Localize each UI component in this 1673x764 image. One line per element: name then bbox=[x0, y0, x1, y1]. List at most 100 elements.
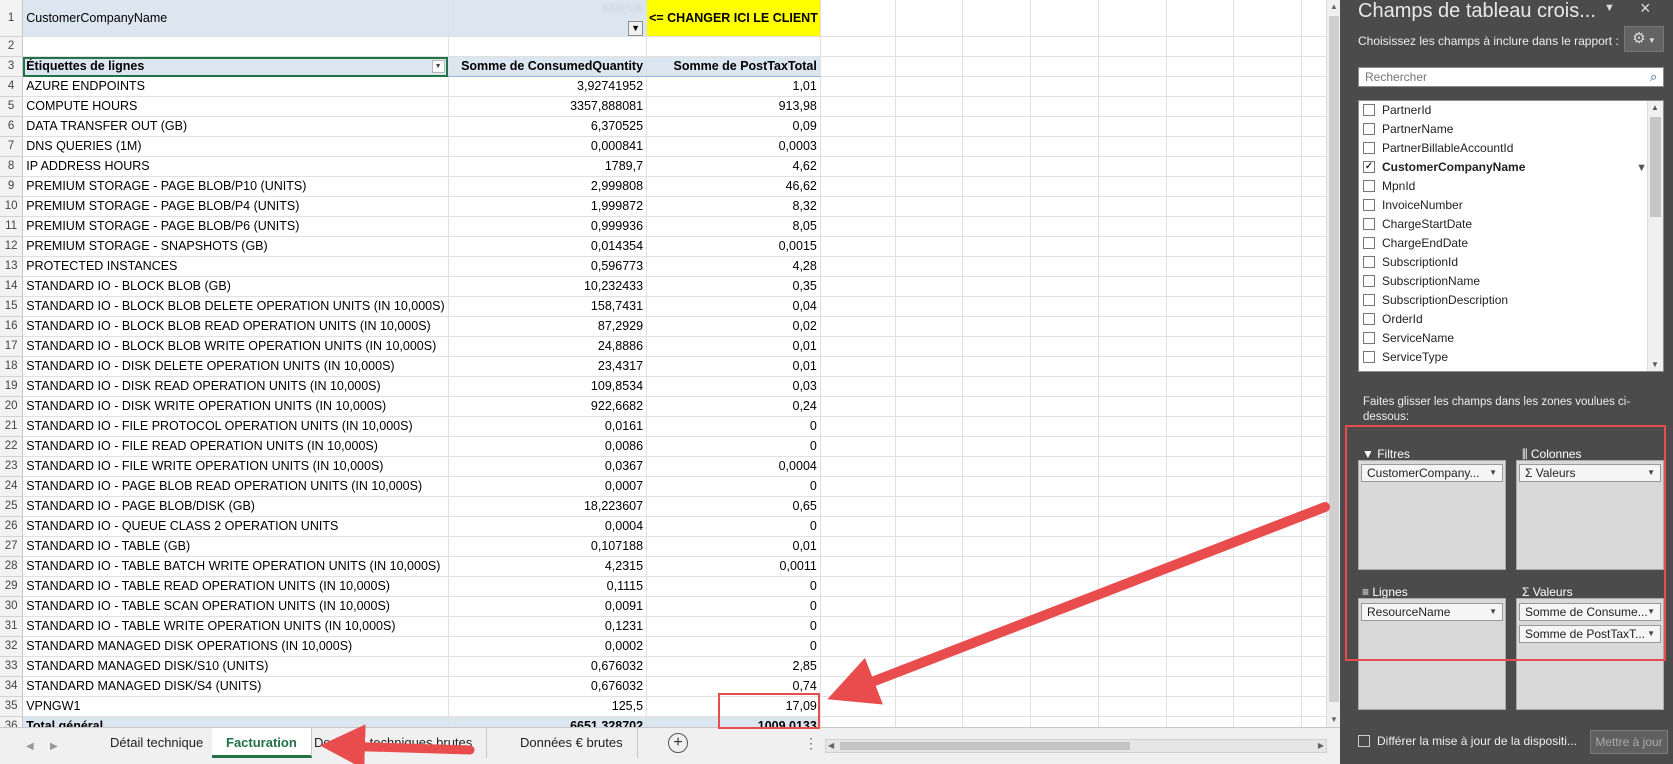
cell[interactable] bbox=[1030, 496, 1099, 517]
cell[interactable] bbox=[895, 276, 964, 297]
row-label-cell[interactable]: STANDARD IO - BLOCK BLOB (GB) bbox=[22, 276, 449, 297]
row-header[interactable]: 29 bbox=[0, 576, 24, 597]
row-label-cell[interactable]: STANDARD IO - PAGE BLOB READ OPERATION U… bbox=[22, 476, 449, 497]
row-header[interactable]: 31 bbox=[0, 616, 24, 637]
qty-cell[interactable]: 1789,7 bbox=[448, 156, 648, 177]
field-checkbox[interactable]: ✓ bbox=[1363, 160, 1375, 173]
cell[interactable] bbox=[646, 36, 821, 57]
cell[interactable] bbox=[1166, 176, 1235, 197]
cell[interactable] bbox=[962, 76, 1032, 97]
cell[interactable] bbox=[1098, 0, 1167, 37]
vertical-scrollbar[interactable]: ▲ ▼ bbox=[1326, 0, 1340, 727]
cell[interactable] bbox=[1098, 656, 1167, 677]
row-label-cell[interactable]: DATA TRANSFER OUT (GB) bbox=[22, 116, 449, 137]
cell[interactable] bbox=[895, 296, 964, 317]
qty-cell[interactable]: 10,232433 bbox=[448, 276, 648, 297]
qty-cell[interactable]: 2,999808 bbox=[448, 176, 648, 197]
cell[interactable] bbox=[1098, 176, 1167, 197]
cell[interactable] bbox=[1166, 196, 1235, 217]
row-label-cell[interactable]: STANDARD IO - QUEUE CLASS 2 OPERATION UN… bbox=[22, 516, 449, 537]
cell[interactable] bbox=[962, 276, 1032, 297]
cell[interactable] bbox=[1233, 0, 1303, 37]
cell[interactable] bbox=[1030, 176, 1099, 197]
cell[interactable] bbox=[1030, 116, 1099, 137]
field-item[interactable]: ChargeEndDate bbox=[1359, 234, 1663, 253]
qty-cell[interactable]: 0,000841 bbox=[448, 136, 648, 157]
cell[interactable] bbox=[1030, 516, 1099, 537]
qty-cell[interactable]: 0,0086 bbox=[448, 436, 648, 457]
cell[interactable] bbox=[1166, 116, 1235, 137]
cell[interactable] bbox=[1098, 456, 1167, 477]
field-checkbox[interactable] bbox=[1363, 331, 1375, 344]
cell[interactable] bbox=[895, 116, 964, 137]
cell[interactable] bbox=[962, 176, 1032, 197]
row-label-cell[interactable]: STANDARD IO - TABLE SCAN OPERATION UNITS… bbox=[22, 596, 449, 617]
cell[interactable] bbox=[962, 236, 1032, 257]
cell[interactable] bbox=[1166, 556, 1235, 577]
cell[interactable] bbox=[820, 456, 896, 477]
row-header[interactable]: 32 bbox=[0, 636, 24, 657]
cell[interactable] bbox=[895, 536, 964, 557]
row-label-cell[interactable]: COMPUTE HOURS bbox=[22, 96, 449, 117]
cell[interactable] bbox=[820, 616, 896, 637]
cell[interactable] bbox=[962, 296, 1032, 317]
gear-button[interactable]: ⚙ ▼ bbox=[1624, 26, 1664, 52]
row-label-cell[interactable]: STANDARD IO - BLOCK BLOB DELETE OPERATIO… bbox=[22, 296, 449, 317]
cell[interactable] bbox=[962, 716, 1032, 727]
qty-cell[interactable]: 0,0002 bbox=[448, 636, 648, 657]
cell[interactable] bbox=[820, 196, 896, 217]
rows-zone[interactable]: ResourceName ▼ bbox=[1358, 598, 1506, 710]
total-cell[interactable]: 0,03 bbox=[646, 376, 821, 397]
cell[interactable] bbox=[962, 556, 1032, 577]
cell[interactable] bbox=[895, 416, 964, 437]
row-header[interactable]: 15 bbox=[0, 296, 24, 317]
cell[interactable] bbox=[1166, 156, 1235, 177]
cell[interactable] bbox=[820, 376, 896, 397]
qty-cell[interactable]: 23,4317 bbox=[448, 356, 648, 377]
cell[interactable] bbox=[1030, 556, 1099, 577]
cell[interactable] bbox=[1030, 716, 1099, 727]
row-header[interactable]: 8 bbox=[0, 156, 24, 177]
cell[interactable] bbox=[895, 96, 964, 117]
row-header[interactable]: 17 bbox=[0, 336, 24, 357]
cell[interactable] bbox=[962, 116, 1032, 137]
qty-cell[interactable]: 1,999872 bbox=[448, 196, 648, 217]
cell[interactable] bbox=[962, 416, 1032, 437]
cell[interactable] bbox=[1166, 396, 1235, 417]
cell[interactable] bbox=[895, 0, 964, 37]
field-list-scrollbar[interactable]: ▲ ▼ bbox=[1647, 101, 1663, 371]
cell[interactable] bbox=[1166, 636, 1235, 657]
row-label-cell[interactable]: PREMIUM STORAGE - PAGE BLOB/P4 (UNITS) bbox=[22, 196, 449, 217]
cell[interactable] bbox=[1233, 496, 1303, 517]
cell[interactable] bbox=[1233, 676, 1303, 697]
cell[interactable] bbox=[895, 216, 964, 237]
cell[interactable] bbox=[820, 396, 896, 417]
total-cell[interactable]: 0 bbox=[646, 516, 821, 537]
cell[interactable] bbox=[1030, 656, 1099, 677]
row-header[interactable]: 36 bbox=[0, 716, 24, 727]
row-label-cell[interactable]: STANDARD IO - FILE WRITE OPERATION UNITS… bbox=[22, 456, 449, 477]
cell[interactable] bbox=[895, 596, 964, 617]
cell[interactable] bbox=[1233, 716, 1303, 727]
cell[interactable] bbox=[962, 376, 1032, 397]
cell[interactable] bbox=[1166, 336, 1235, 357]
horizontal-scrollbar[interactable]: ◀ ▶ bbox=[825, 739, 1327, 753]
row-header[interactable]: 14 bbox=[0, 276, 24, 297]
field-item[interactable]: ServiceType bbox=[1359, 348, 1663, 367]
row-label-cell[interactable]: PROTECTED INSTANCES bbox=[22, 256, 449, 277]
cell[interactable] bbox=[1098, 96, 1167, 117]
cell[interactable] bbox=[1166, 136, 1235, 157]
filter-icon[interactable]: ▼ bbox=[628, 21, 644, 36]
column-field-chip[interactable]: Σ Valeurs ▼ bbox=[1519, 464, 1661, 482]
more-options-icon[interactable]: ⋮ bbox=[804, 735, 818, 752]
cell[interactable] bbox=[1233, 136, 1303, 157]
row-header[interactable]: 10 bbox=[0, 196, 24, 217]
sheet-tab-donnees-techniques[interactable]: Données techniques brutes bbox=[300, 728, 488, 758]
cell[interactable] bbox=[1233, 536, 1303, 557]
cell[interactable] bbox=[820, 416, 896, 437]
grand-total-label[interactable]: Total général bbox=[22, 716, 449, 727]
qty-cell[interactable]: 0,0367 bbox=[448, 456, 648, 477]
cell[interactable] bbox=[1030, 316, 1099, 337]
cell[interactable] bbox=[1098, 56, 1167, 77]
cell[interactable] bbox=[1030, 36, 1099, 57]
